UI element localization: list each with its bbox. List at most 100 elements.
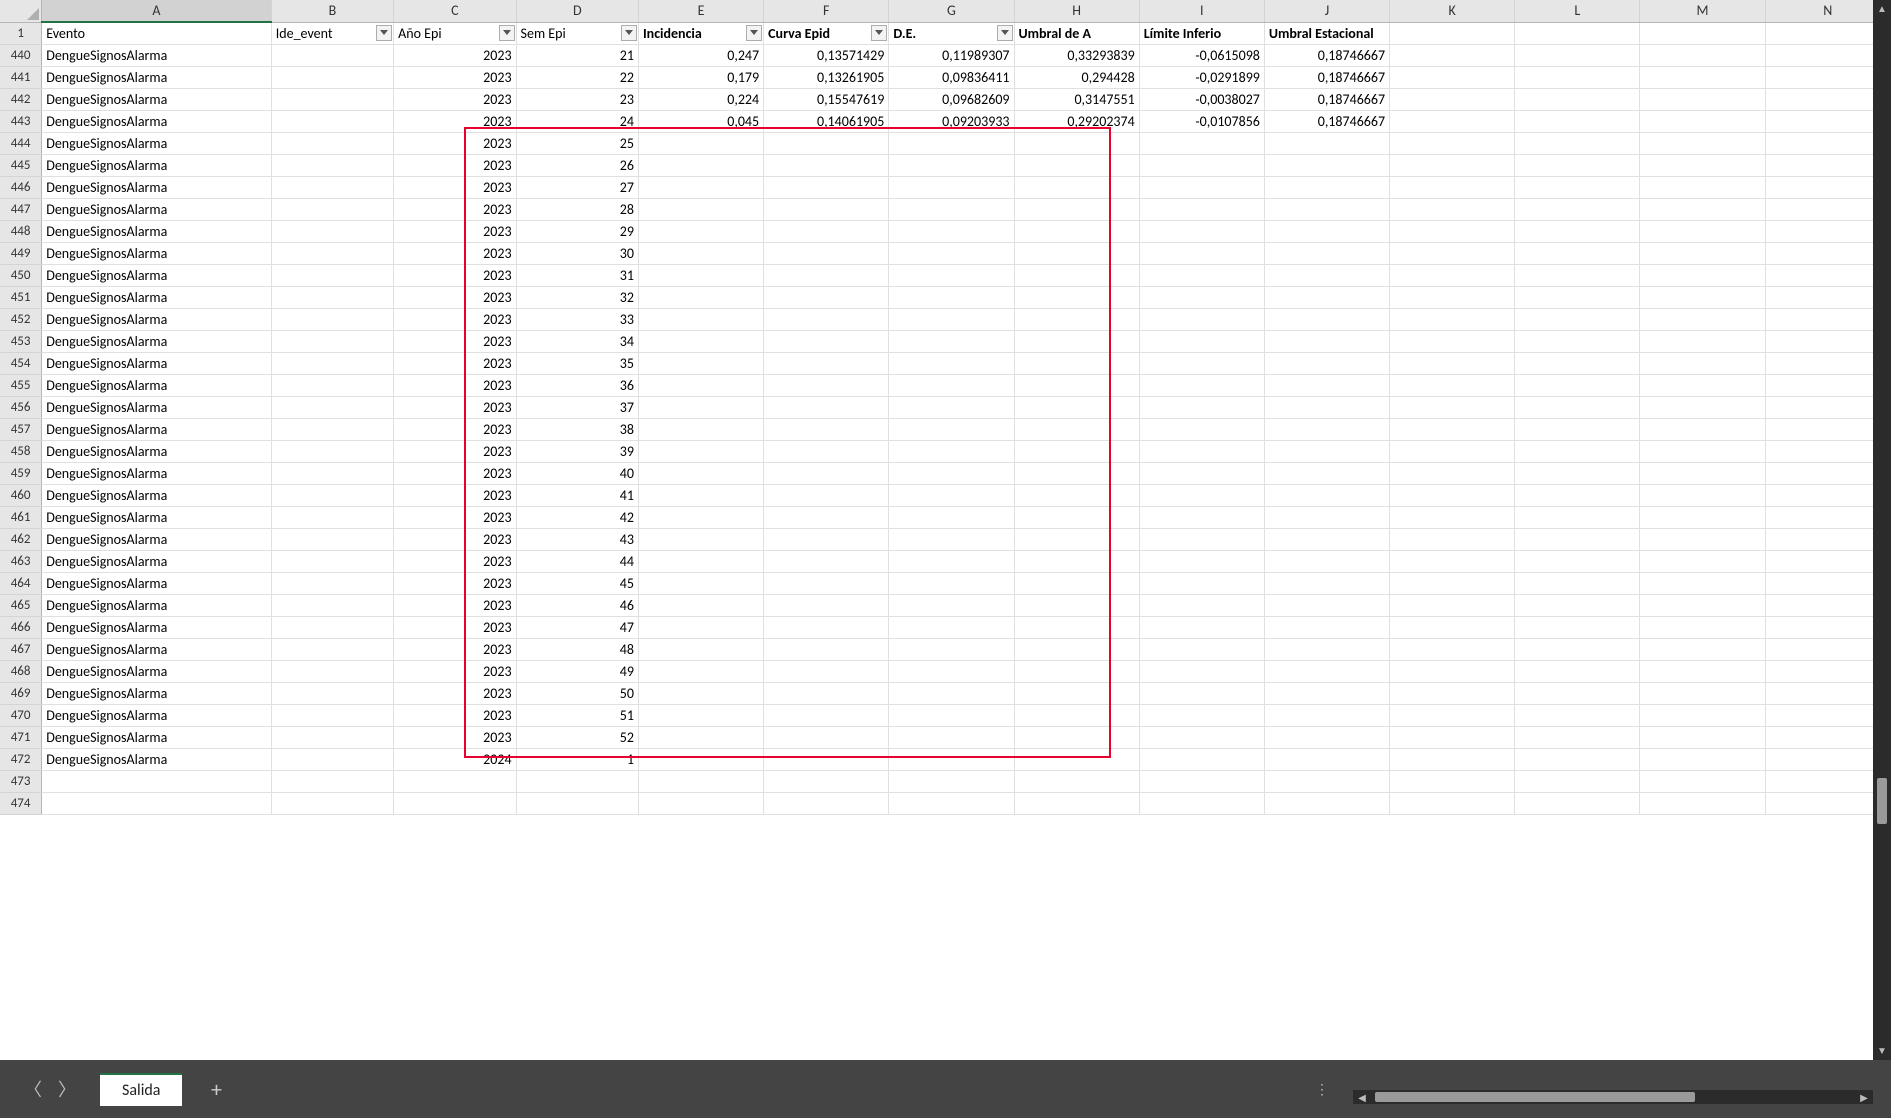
cell-B464[interactable] [271,573,393,595]
scroll-left-arrow[interactable]: ◀ [1353,1091,1371,1104]
cell-J461[interactable] [1264,507,1389,529]
cell-I469[interactable] [1139,683,1264,705]
cell-E445[interactable] [638,155,763,177]
field-header-K[interactable] [1390,22,1515,45]
cell-H442[interactable]: 0,3147551 [1014,89,1139,111]
cell-L446[interactable] [1515,177,1640,199]
cell-K440[interactable] [1390,45,1515,67]
cell-A467[interactable]: DengueSignosAlarma [42,639,272,661]
cell-J442[interactable]: 0,18746667 [1264,89,1389,111]
cell-B449[interactable] [271,243,393,265]
cell-B450[interactable] [271,265,393,287]
cell-G474[interactable] [889,793,1014,815]
cell-N467[interactable] [1765,639,1890,661]
cell-B465[interactable] [271,595,393,617]
cell-E466[interactable] [638,617,763,639]
cell-B466[interactable] [271,617,393,639]
cell-E460[interactable] [638,485,763,507]
cell-A443[interactable]: DengueSignosAlarma [42,111,272,133]
cell-A450[interactable]: DengueSignosAlarma [42,265,272,287]
cell-H463[interactable] [1014,551,1139,573]
cell-K450[interactable] [1390,265,1515,287]
cell-M443[interactable] [1640,111,1765,133]
cell-F466[interactable] [764,617,889,639]
cell-A441[interactable]: DengueSignosAlarma [42,67,272,89]
cell-F459[interactable] [764,463,889,485]
cell-H460[interactable] [1014,485,1139,507]
column-header-N[interactable]: N [1765,0,1890,22]
cell-N474[interactable] [1765,793,1890,815]
cell-L452[interactable] [1515,309,1640,331]
cell-C459[interactable]: 2023 [394,463,516,485]
cell-I473[interactable] [1139,771,1264,793]
cell-J455[interactable] [1264,375,1389,397]
row-header[interactable]: 467 [0,639,42,661]
cell-I462[interactable] [1139,529,1264,551]
cell-F449[interactable] [764,243,889,265]
cell-K472[interactable] [1390,749,1515,771]
cell-K445[interactable] [1390,155,1515,177]
cell-L466[interactable] [1515,617,1640,639]
cell-I474[interactable] [1139,793,1264,815]
cell-L467[interactable] [1515,639,1640,661]
cell-N472[interactable] [1765,749,1890,771]
cell-G456[interactable] [889,397,1014,419]
cell-D444[interactable]: 25 [516,133,638,155]
cell-C462[interactable]: 2023 [394,529,516,551]
cell-A465[interactable]: DengueSignosAlarma [42,595,272,617]
cell-J474[interactable] [1264,793,1389,815]
cell-J445[interactable] [1264,155,1389,177]
cell-J448[interactable] [1264,221,1389,243]
row-header[interactable]: 451 [0,287,42,309]
field-header-C[interactable]: Año Epi [394,22,516,45]
cell-D462[interactable]: 43 [516,529,638,551]
cell-L444[interactable] [1515,133,1640,155]
cell-J440[interactable]: 0,18746667 [1264,45,1389,67]
cell-E442[interactable]: 0,224 [638,89,763,111]
cell-E449[interactable] [638,243,763,265]
cell-F471[interactable] [764,727,889,749]
filter-dropdown-icon[interactable] [997,25,1013,41]
cell-E461[interactable] [638,507,763,529]
cell-J462[interactable] [1264,529,1389,551]
cell-N454[interactable] [1765,353,1890,375]
cell-H461[interactable] [1014,507,1139,529]
cell-L457[interactable] [1515,419,1640,441]
column-header-L[interactable]: L [1515,0,1640,22]
cell-G442[interactable]: 0,09682609 [889,89,1014,111]
cell-L474[interactable] [1515,793,1640,815]
horizontal-scrollbar[interactable]: ◀ ▶ [1353,1090,1873,1104]
cell-B451[interactable] [271,287,393,309]
cell-H473[interactable] [1014,771,1139,793]
cell-C472[interactable]: 2024 [394,749,516,771]
cell-N456[interactable] [1765,397,1890,419]
scroll-right-arrow[interactable]: ▶ [1855,1091,1873,1104]
cell-A453[interactable]: DengueSignosAlarma [42,331,272,353]
cell-C441[interactable]: 2023 [394,67,516,89]
cell-J467[interactable] [1264,639,1389,661]
cell-L463[interactable] [1515,551,1640,573]
cell-J459[interactable] [1264,463,1389,485]
cell-G447[interactable] [889,199,1014,221]
cell-I464[interactable] [1139,573,1264,595]
cell-H464[interactable] [1014,573,1139,595]
cell-H474[interactable] [1014,793,1139,815]
cell-J464[interactable] [1264,573,1389,595]
field-header-F[interactable]: Curva Epid [764,22,889,45]
cell-H448[interactable] [1014,221,1139,243]
row-header[interactable]: 455 [0,375,42,397]
cell-H455[interactable] [1014,375,1139,397]
cell-E473[interactable] [638,771,763,793]
cell-D471[interactable]: 52 [516,727,638,749]
cell-G466[interactable] [889,617,1014,639]
cell-E463[interactable] [638,551,763,573]
cell-B458[interactable] [271,441,393,463]
cell-I461[interactable] [1139,507,1264,529]
cell-N466[interactable] [1765,617,1890,639]
cell-C464[interactable]: 2023 [394,573,516,595]
cell-G472[interactable] [889,749,1014,771]
cell-K455[interactable] [1390,375,1515,397]
cell-M468[interactable] [1640,661,1765,683]
cell-L447[interactable] [1515,199,1640,221]
cell-L458[interactable] [1515,441,1640,463]
